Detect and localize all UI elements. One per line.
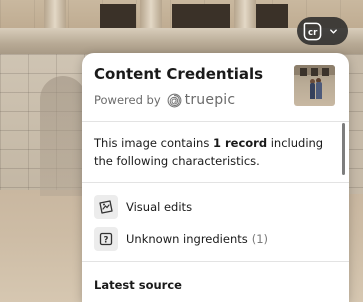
truepic-wordmark: truepic [184, 92, 236, 108]
badge-label: cr [308, 27, 318, 37]
background-door [252, 4, 288, 28]
content-credentials-badge-button[interactable]: cr [297, 17, 348, 45]
content-credentials-popover: Content Credentials Powered by truepic T… [82, 53, 349, 302]
background-door [100, 4, 136, 28]
photo-viewer: cr Content Credentials Powered by truepi… [0, 0, 363, 302]
unknown-ingredients-icon: ? [94, 227, 118, 251]
summary-prefix: This image contains [94, 136, 213, 150]
items-divider [82, 261, 349, 262]
background-column [234, 0, 256, 30]
list-item-visual-edits: Visual edits [94, 195, 334, 219]
background-column [140, 0, 162, 30]
record-summary: This image contains 1 record including t… [94, 134, 334, 170]
svg-text:?: ? [104, 236, 109, 246]
list-item-label: Visual edits [126, 200, 193, 214]
popover-scrollbar[interactable] [342, 123, 345, 175]
truepic-logo-icon [167, 93, 182, 107]
content-credentials-icon: cr [303, 22, 322, 40]
latest-source-heading: Latest source [94, 278, 182, 292]
summary-record-count: 1 record [212, 136, 268, 150]
truepic-logo[interactable]: truepic [167, 92, 236, 108]
list-item-unknown-ingredients: ? Unknown ingredients (1) [94, 227, 334, 251]
header-divider [82, 121, 349, 122]
background-arch [40, 76, 86, 196]
summary-divider [82, 182, 349, 183]
popover-header: Content Credentials Powered by truepic [82, 53, 349, 121]
popover-title: Content Credentials [94, 65, 264, 83]
image-thumbnail [294, 65, 335, 106]
list-item-label: Unknown ingredients [126, 232, 248, 246]
background-door [172, 4, 230, 28]
powered-by-label: Powered by [94, 93, 161, 107]
chevron-down-icon [330, 28, 337, 34]
visual-edits-icon [94, 195, 118, 219]
list-item-count: (1) [251, 232, 269, 246]
powered-by-row: Powered by truepic [94, 91, 235, 109]
background-column [44, 0, 66, 30]
